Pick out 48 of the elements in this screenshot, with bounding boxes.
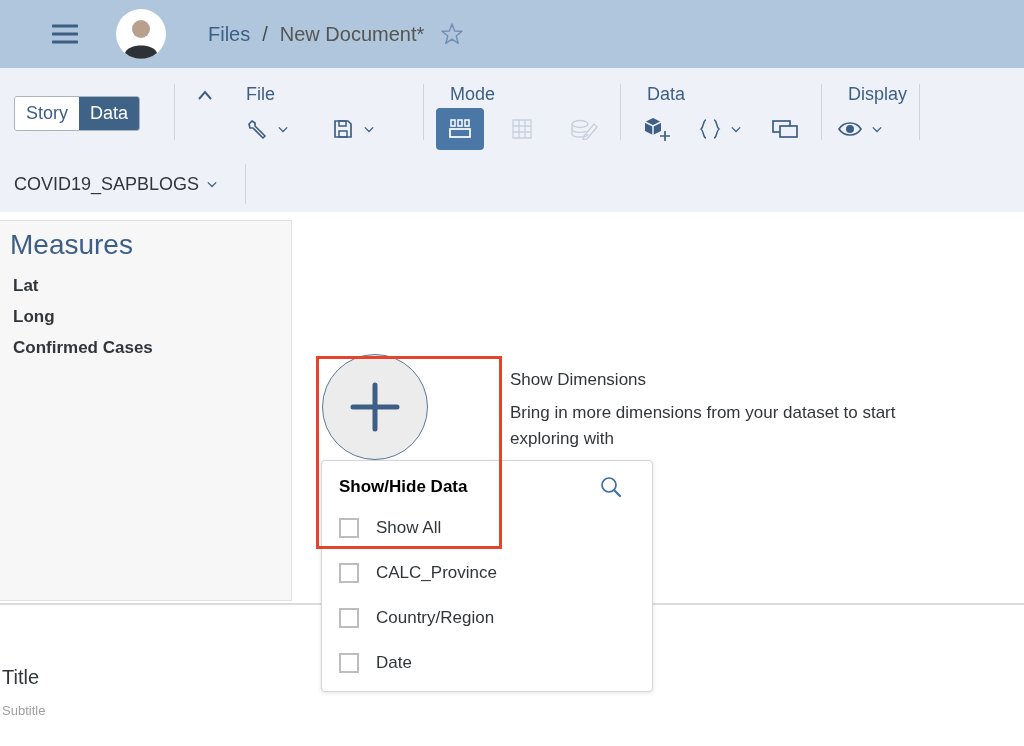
checkbox-item[interactable]: Date bbox=[339, 640, 652, 685]
breadcrumb-separator: / bbox=[262, 22, 268, 46]
eye-icon bbox=[838, 121, 862, 137]
chart-title: Title bbox=[2, 666, 41, 689]
chevron-down-icon bbox=[729, 124, 743, 134]
plus-icon bbox=[350, 382, 400, 432]
layout-icon bbox=[448, 119, 472, 139]
empty-state-text: Bring in more dimensions from your dataset to start exploring with bbox=[510, 402, 897, 450]
checkbox[interactable] bbox=[339, 562, 359, 583]
menu-icon[interactable] bbox=[52, 24, 78, 44]
panel-title: Measures bbox=[10, 229, 134, 261]
wrench-icon bbox=[246, 118, 268, 140]
toolbar-group-label: File bbox=[246, 84, 276, 106]
checkbox-item[interactable]: Show All bbox=[339, 505, 652, 550]
measure-item[interactable]: Confirmed Cases bbox=[10, 331, 281, 362]
empty-state-heading: Show Dimensions bbox=[510, 370, 648, 390]
document-title: New Document* bbox=[279, 22, 425, 46]
cubes-add-icon bbox=[643, 117, 671, 141]
checkbox-item[interactable]: CALC_Province bbox=[339, 550, 652, 595]
breadcrumb-link[interactable]: Files bbox=[208, 22, 251, 46]
windows-icon bbox=[772, 119, 798, 139]
checkbox[interactable] bbox=[339, 652, 359, 673]
star-icon[interactable] bbox=[440, 22, 465, 46]
database-pencil-icon bbox=[570, 118, 598, 140]
checkbox-item[interactable]: Country/Region bbox=[339, 595, 652, 640]
popover-title: Show/Hide Data bbox=[339, 477, 468, 497]
save-icon bbox=[332, 118, 354, 140]
checkbox[interactable] bbox=[339, 517, 359, 538]
toolbar-button[interactable] bbox=[436, 108, 484, 150]
add-dimensions-button[interactable] bbox=[322, 354, 428, 460]
table-icon bbox=[511, 118, 533, 140]
avatar-icon[interactable] bbox=[116, 9, 166, 59]
measure-item[interactable]: Long bbox=[10, 300, 281, 331]
search-icon[interactable] bbox=[600, 476, 622, 498]
view-toggle-button[interactable]: Story bbox=[15, 97, 79, 130]
chevron-down-icon bbox=[276, 124, 290, 134]
toolbar-group-label: Data bbox=[647, 84, 687, 106]
braces-icon bbox=[699, 118, 721, 140]
checkbox[interactable] bbox=[339, 607, 359, 628]
dataset-dropdown[interactable]: COVID19_SAPBLOGS bbox=[14, 173, 220, 195]
toolbar-group-label: Mode bbox=[450, 84, 497, 106]
view-toggle-button[interactable]: Data bbox=[79, 97, 140, 130]
toolbar-group-label: Display bbox=[848, 84, 908, 106]
chevron-down-icon bbox=[362, 124, 376, 134]
chevron-down-icon bbox=[870, 124, 884, 134]
measure-item[interactable]: Lat bbox=[10, 269, 281, 300]
collapse-icon[interactable] bbox=[197, 90, 213, 100]
chart-subtitle: Subtitle bbox=[2, 703, 47, 718]
